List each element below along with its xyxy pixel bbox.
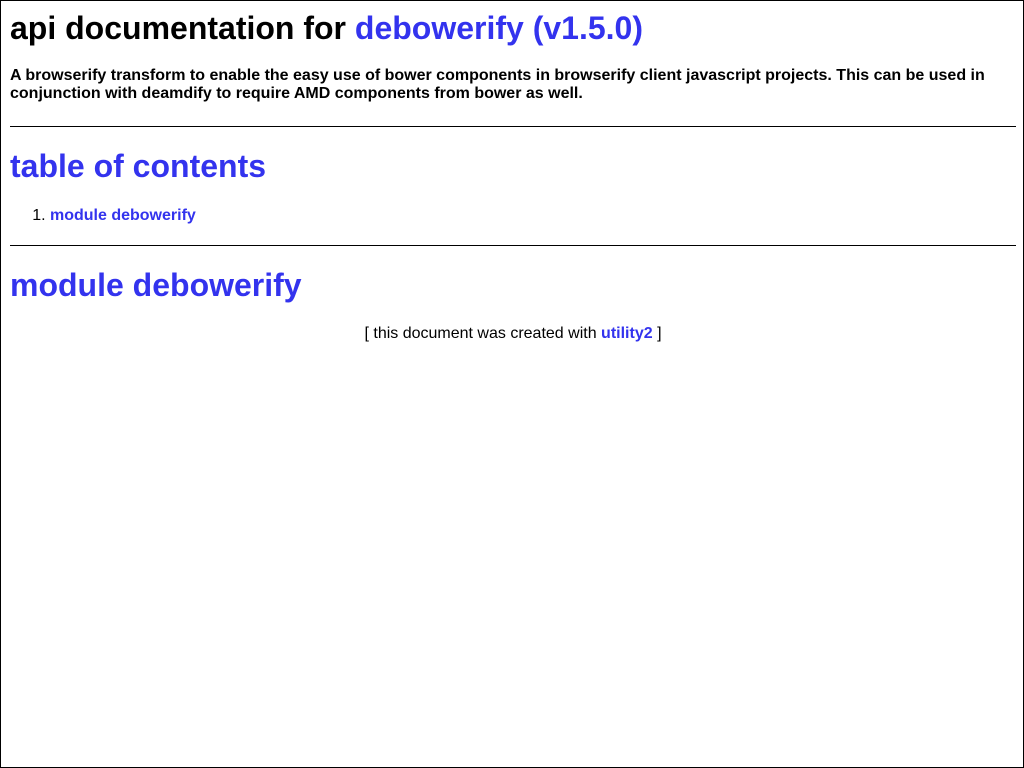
module-heading-link[interactable]: module debowerify <box>10 267 302 303</box>
package-link[interactable]: debowerify (v1.5.0) <box>355 10 643 46</box>
divider <box>10 245 1016 246</box>
toc-item-link-module-debowerify[interactable]: module debowerify <box>50 207 196 224</box>
footer-prefix: [ this document was created with <box>364 325 597 342</box>
toc-heading: table of contents <box>10 147 266 185</box>
page-title: api documentation for debowerify (v1.5.0… <box>10 9 643 47</box>
page-title-prefix: api documentation for <box>10 10 346 46</box>
package-description: A browserify transform to enable the eas… <box>10 67 985 102</box>
toc-item: module debowerify <box>50 206 196 226</box>
toc-list: module debowerify <box>10 206 196 226</box>
footer-suffix: ] <box>657 325 662 342</box>
toc-heading-link[interactable]: table of contents <box>10 148 266 184</box>
module-heading: module debowerify <box>10 266 302 304</box>
document-frame: api documentation for debowerify (v1.5.0… <box>0 0 1024 768</box>
divider <box>10 126 1016 127</box>
utility2-link[interactable]: utility2 <box>601 325 653 342</box>
footer: [ this document was created with utility… <box>10 324 1016 344</box>
